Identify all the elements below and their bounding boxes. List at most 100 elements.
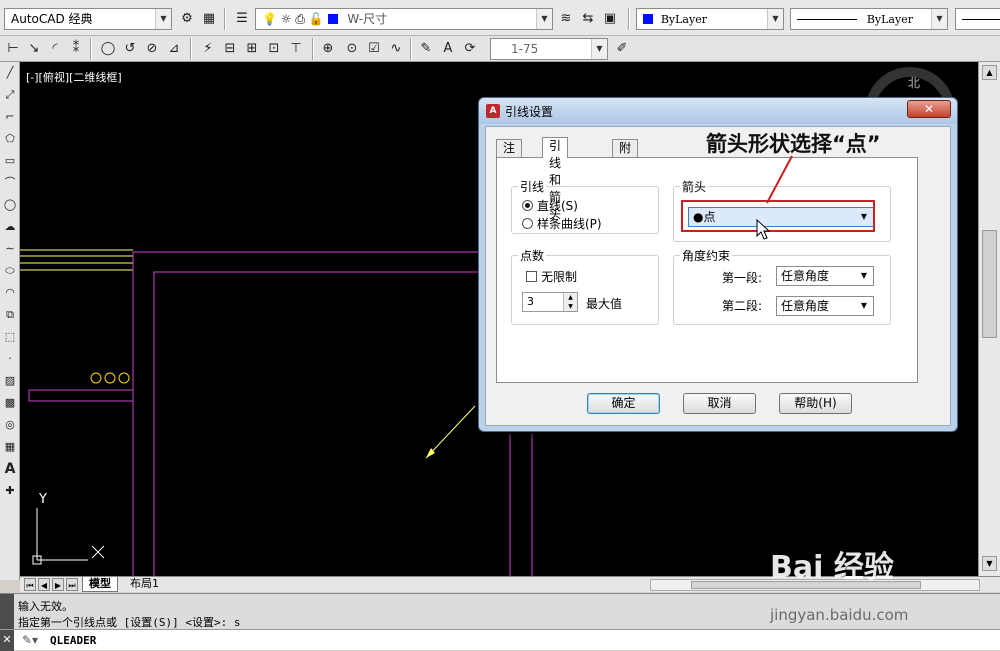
scroll-thumb[interactable] [982,230,997,338]
tolerance-icon[interactable]: ⊕ [318,39,338,59]
region-icon[interactable]: ◎ [0,414,20,436]
circle-icon[interactable]: ◯ [0,194,20,216]
first-seg-label: 第一段: [722,271,763,285]
rectangle-icon[interactable]: ▭ [0,150,20,172]
table-icon[interactable]: ▦ [0,436,20,458]
scroll-down-icon[interactable]: ▼ [982,556,997,571]
multiline-text-icon[interactable]: A [0,458,20,480]
dim-space-icon[interactable]: ⊡ [264,39,284,59]
radio-spline-label: 样条曲线(P) [537,217,602,231]
ordinate-dim-icon[interactable]: ⁑ [66,39,86,59]
workspace-select[interactable]: AutoCAD 经典 ▼ [4,8,172,30]
layer-previous-icon[interactable]: ⇆ [578,9,598,29]
add-selected-icon[interactable]: ✚ [0,480,20,502]
max-points-stepper[interactable]: 3 ▲ ▼ [522,292,578,312]
continue-dim-icon[interactable]: ⊞ [242,39,262,59]
lineweight-select[interactable] [955,8,1000,30]
gradient-icon[interactable]: ▩ [0,392,20,414]
linetype-select[interactable]: ByLayer ▼ [790,8,948,30]
layer-match-icon[interactable]: ≋ [556,9,576,29]
wrench-icon[interactable]: ✕ [0,630,14,651]
cancel-button[interactable]: 取消 [683,393,756,414]
diameter-dim-icon[interactable]: ⊘ [142,39,162,59]
vertical-scrollbar[interactable]: ▲ ▼ [978,62,1000,576]
stepper-up-icon[interactable]: ▲ [563,293,577,302]
annotation-text: 箭头形状选择“点” [706,132,881,156]
radio-dot [522,200,533,211]
dim-text-edit-icon[interactable]: A [438,39,458,59]
tab-model[interactable]: 模型 [82,577,118,592]
layer-color-swatch [327,14,338,24]
next-tab-icon[interactable]: ▶ [52,578,64,591]
polygon-icon[interactable]: ⬠ [0,128,20,150]
toolbar-separator [90,38,92,60]
first-tab-icon[interactable]: ⏮ [24,578,36,591]
dim-edit-icon[interactable]: ✎ [416,39,436,59]
dimstyle-manager-icon[interactable]: ✐ [612,39,632,59]
baseline-dim-icon[interactable]: ⊟ [220,39,240,59]
angular-dim-icon[interactable]: ⊿ [164,39,184,59]
quick-dim-icon[interactable]: ⚡ [198,39,218,59]
second-seg-select[interactable]: 任意角度 ▼ [776,296,874,316]
layer-state-icon[interactable]: ▣ [600,9,620,29]
color-select[interactable]: ByLayer ▼ [636,8,784,30]
no-limit-checkbox[interactable]: 无限制 [526,268,577,285]
arc-length-icon[interactable]: ◜ [45,39,65,59]
first-seg-select[interactable]: 任意角度 ▼ [776,266,874,286]
ok-button[interactable]: 确定 [587,393,660,414]
max-label: 最大值 [586,297,623,311]
sun-icon: ☼ [280,12,292,26]
compass-north[interactable]: 北 [908,74,920,91]
viewport-label[interactable]: [-][俯视][二维线框] [26,69,122,85]
radio-spline[interactable]: 样条曲线(P) [522,215,602,232]
layer-select[interactable]: 💡 ☼ ⎙ 🔓 W-尺寸 ▼ [255,8,553,30]
ellipse-arc-icon[interactable]: ◠ [0,282,20,304]
inspection-icon[interactable]: ☑ [364,39,384,59]
radius-dim-icon[interactable]: ◯ [98,39,118,59]
dim-break-icon[interactable]: ⊤ [286,39,306,59]
polyline-icon[interactable]: ⌐ [0,106,20,128]
help-button[interactable]: 帮助(H) [779,393,852,414]
command-panel-handle[interactable] [0,594,14,630]
last-tab-icon[interactable]: ⏭ [66,578,78,591]
point-icon[interactable]: · [0,348,20,370]
gear-icon[interactable]: ⚙ [177,9,197,29]
close-button[interactable]: ✕ [907,100,951,118]
command-current: QLEADER [50,634,97,647]
workspace-settings-icon[interactable]: ▦ [199,9,219,29]
hatch-icon[interactable]: ▨ [0,370,20,392]
tab-annotation[interactable]: 注释 [496,139,523,172]
dimstyle-select[interactable]: 1-75 ▼ [490,38,608,60]
construction-line-icon[interactable]: ⤢ [0,84,20,106]
spline-icon[interactable]: ∼ [0,238,20,260]
dialog-titlebar[interactable]: A 引线设置 ✕ [479,98,957,124]
prev-tab-icon[interactable]: ◀ [38,578,50,591]
insert-block-icon[interactable]: ⧉ [0,304,20,326]
stepper-down-icon[interactable]: ▼ [563,302,577,311]
linear-dim-icon[interactable]: ⊢ [3,39,23,59]
aligned-dim-icon[interactable]: ↘ [24,39,44,59]
autocad-logo-icon: A [486,104,500,118]
jogged-dim-icon[interactable]: ↺ [120,39,140,59]
ellipse-icon[interactable]: ⬭ [0,260,20,282]
command-prompt-icon[interactable]: ✎▾ [22,633,38,647]
dialog-body: 注释 引线和箭头 附着 引线 直线(S) 样条曲线(P) 点数 无限制 [485,126,951,426]
line-icon[interactable]: ╱ [0,62,20,84]
color-value: ByLayer [660,13,707,26]
command-history-line: 输入无效。 [18,600,73,613]
revision-cloud-icon[interactable]: ☁ [0,216,20,238]
make-block-icon[interactable]: ⬚ [0,326,20,348]
arc-icon[interactable]: ⌒ [0,172,20,194]
scroll-up-icon[interactable]: ▲ [982,65,997,80]
first-seg-value: 任意角度 [781,269,830,283]
ucs-icon [32,508,105,565]
center-mark-icon[interactable]: ⊙ [342,39,362,59]
jogged-linear-icon[interactable]: ∿ [386,39,406,59]
tab-attachment[interactable]: 附着 [612,139,639,172]
command-input[interactable]: ✕ ✎▾ QLEADER [0,629,1000,651]
layer-manager-icon[interactable]: ☰ [232,9,252,29]
tab-leader-arrow[interactable]: 引线和箭头 [542,137,569,221]
radio-dot [522,218,533,229]
tab-layout1[interactable]: 布局1 [124,577,165,592]
dim-update-icon[interactable]: ⟳ [460,39,480,59]
